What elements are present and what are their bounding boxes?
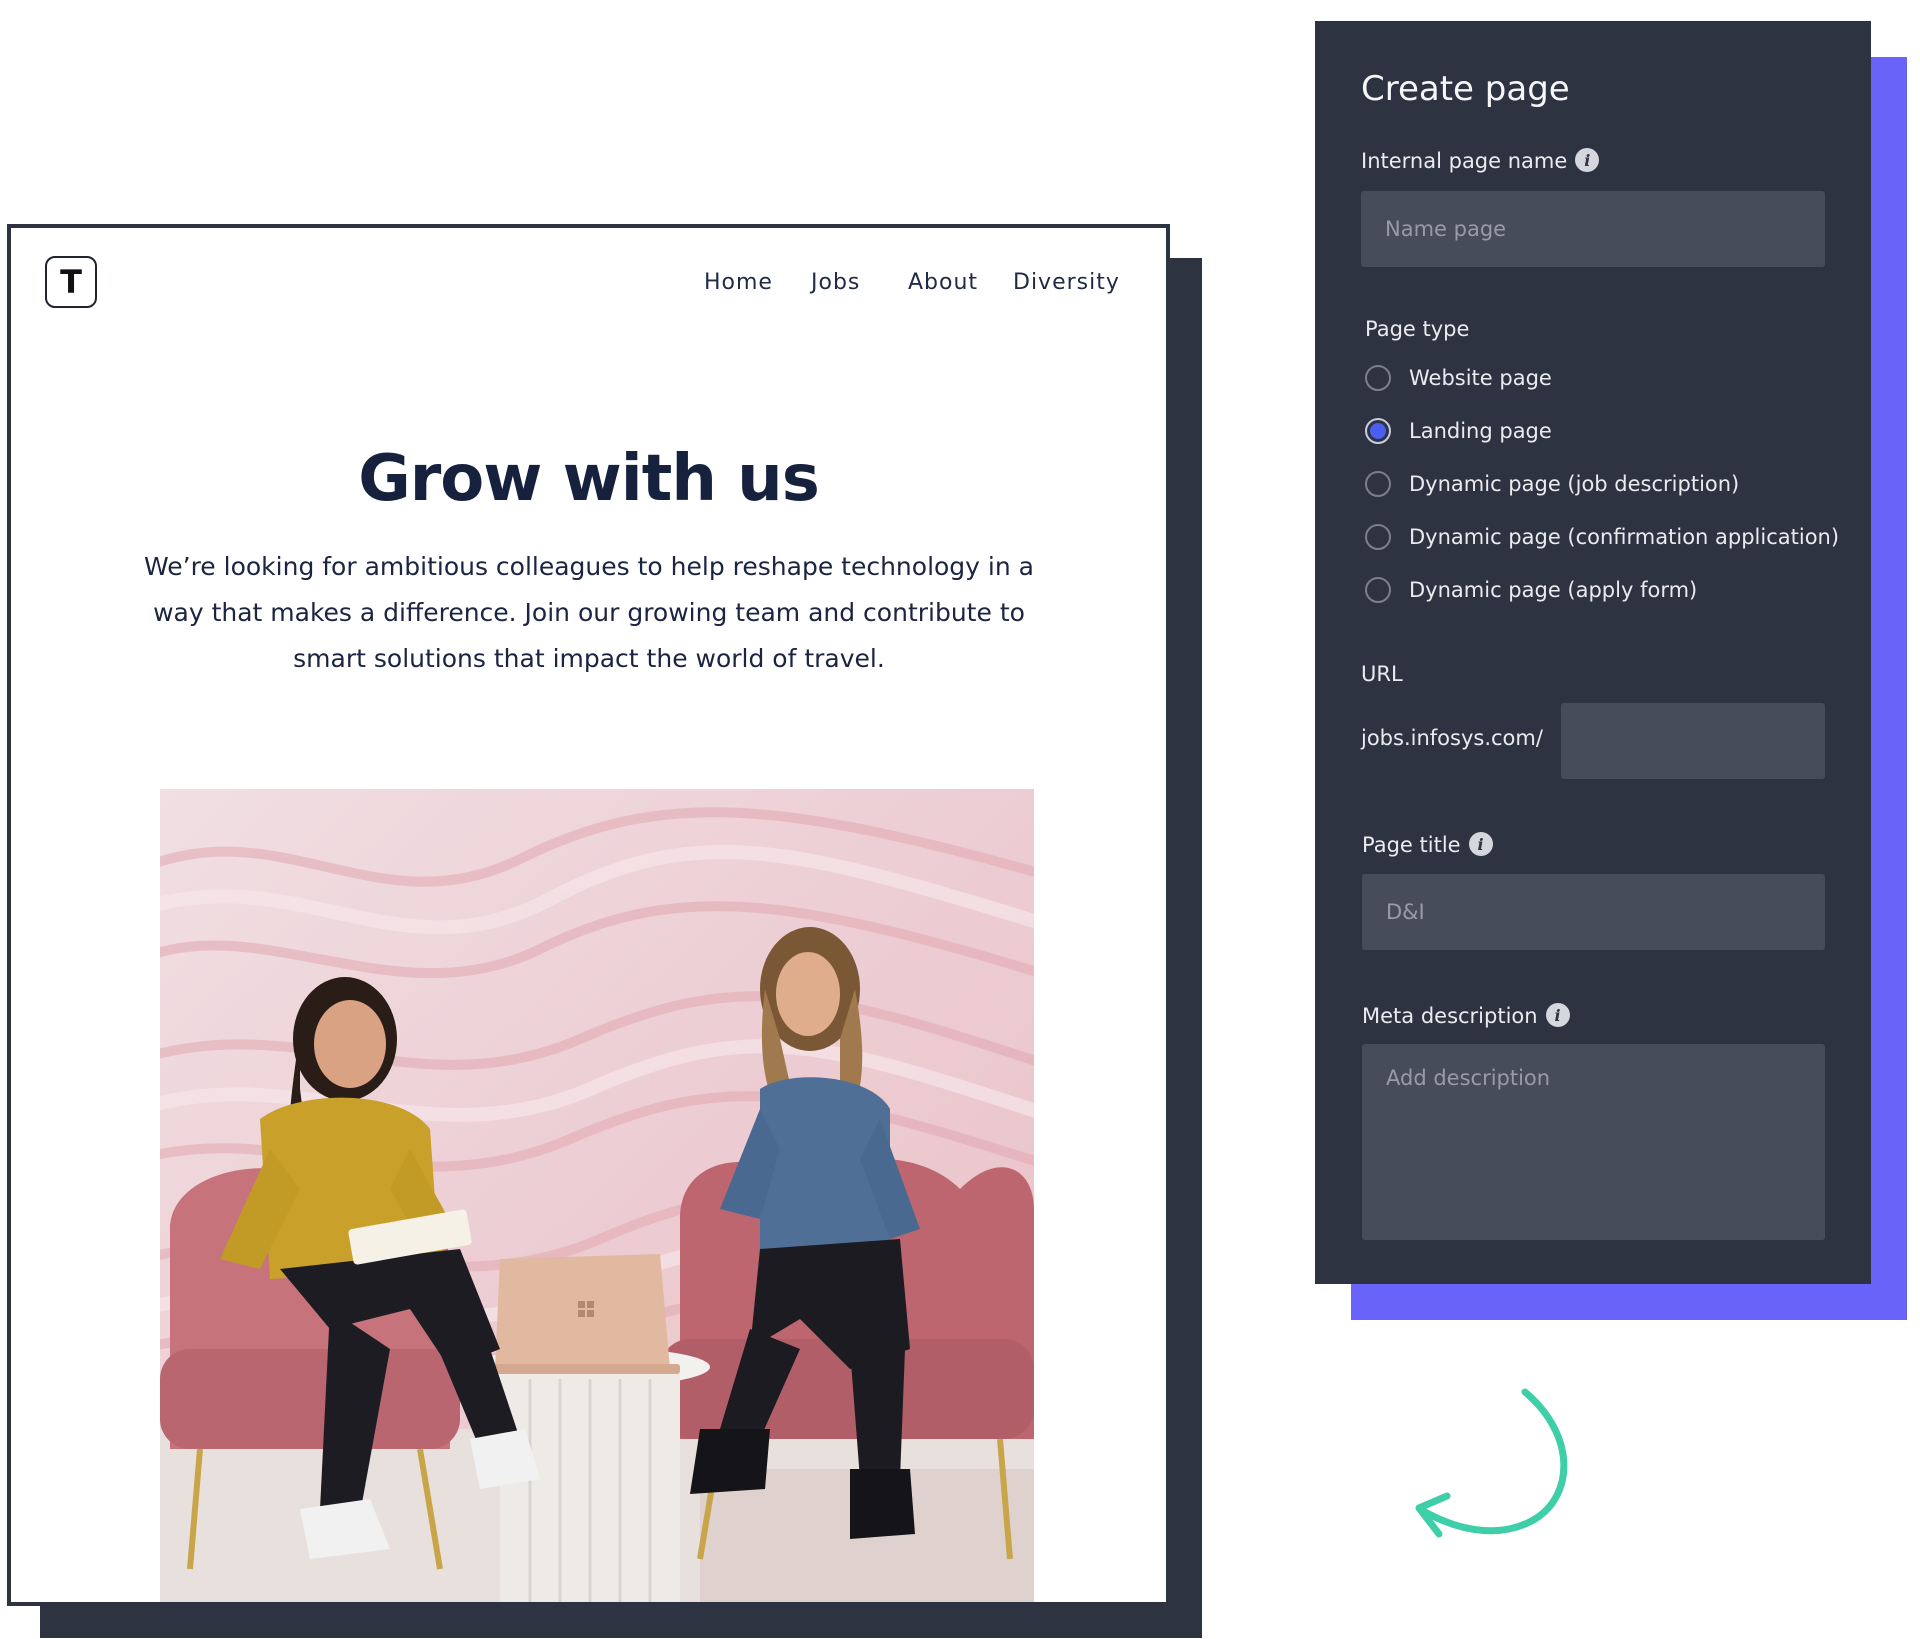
- radio-label: Dynamic page (job description): [1409, 472, 1740, 496]
- radio-dynamic-apply-form[interactable]: Dynamic page (apply form): [1365, 575, 1697, 605]
- radio-label: Website page: [1409, 366, 1552, 390]
- create-page-panel: Create page Internal page name i Page typ…: [1315, 21, 1871, 1284]
- meta-description-textarea[interactable]: [1362, 1044, 1825, 1240]
- radio-button[interactable]: [1365, 471, 1391, 497]
- info-icon[interactable]: i: [1545, 1003, 1570, 1027]
- nav-item-about[interactable]: About: [908, 270, 978, 295]
- page-title-label: Page title: [1362, 833, 1461, 857]
- radio-button[interactable]: [1365, 365, 1391, 391]
- page-title-label-row: Page title i: [1362, 832, 1493, 858]
- nav-item-jobs[interactable]: Jobs: [811, 270, 860, 295]
- internal-name-label-row: Internal page name i: [1361, 148, 1600, 174]
- page-type-label: Page type: [1365, 317, 1470, 341]
- hero-photo: [160, 789, 1034, 1602]
- nav-item-diversity[interactable]: Diversity: [1013, 270, 1120, 295]
- radio-label: Dynamic page (apply form): [1409, 578, 1698, 602]
- site-nav: Home Jobs About Diversity: [11, 270, 1166, 300]
- nav-item-home[interactable]: Home: [704, 270, 773, 295]
- url-prefix: jobs.infosys.com/: [1361, 726, 1543, 750]
- url-label: URL: [1361, 662, 1403, 686]
- meta-description-label: Meta description: [1362, 1004, 1538, 1028]
- curved-arrow-icon: [1415, 1388, 1568, 1538]
- internal-name-label: Internal page name: [1361, 149, 1568, 173]
- url-slug-input[interactable]: [1561, 703, 1825, 779]
- radio-button-selected[interactable]: [1365, 418, 1391, 444]
- radio-label: Dynamic page (confirmation application): [1409, 525, 1840, 549]
- radio-landing-page[interactable]: Landing page: [1365, 416, 1552, 446]
- radio-button[interactable]: [1365, 524, 1391, 550]
- radio-label: Landing page: [1409, 419, 1552, 443]
- panel-title: Create page: [1361, 69, 1570, 109]
- website-preview: T Home Jobs About Diversity Grow with us…: [7, 224, 1170, 1606]
- radio-dynamic-job-description[interactable]: Dynamic page (job description): [1365, 469, 1739, 499]
- hero-title: Grow with us: [358, 442, 820, 516]
- hero-text: We’re looking for ambitious colleagues t…: [144, 552, 1034, 673]
- page-title-input[interactable]: [1362, 874, 1825, 950]
- info-icon[interactable]: i: [1575, 148, 1600, 172]
- radio-dynamic-confirmation[interactable]: Dynamic page (confirmation application): [1365, 522, 1839, 552]
- radio-website-page[interactable]: Website page: [1365, 363, 1552, 393]
- meta-description-label-row: Meta description i: [1362, 1003, 1570, 1029]
- internal-name-input[interactable]: [1361, 191, 1825, 267]
- info-icon[interactable]: i: [1468, 832, 1493, 856]
- radio-button[interactable]: [1365, 577, 1391, 603]
